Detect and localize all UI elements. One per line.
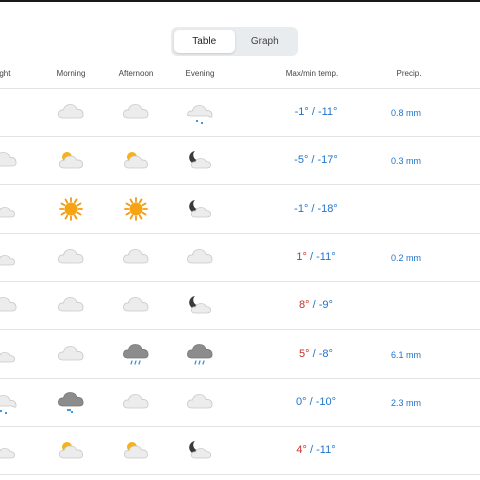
cloud-icon bbox=[57, 292, 85, 318]
table-row: -1° / -18° bbox=[0, 186, 480, 234]
cloud-icon bbox=[186, 244, 214, 270]
max-min-temp: -1° / -18° bbox=[294, 203, 338, 215]
table-header: ight Morning Afternoon Evening Max/min t… bbox=[0, 69, 480, 83]
cloud-icon bbox=[57, 99, 85, 125]
precipitation-value: 6.1 mm bbox=[390, 349, 422, 360]
min-temp: -11° bbox=[316, 250, 336, 263]
temp-separator: / bbox=[306, 395, 316, 408]
max-temp: 0° bbox=[295, 395, 307, 408]
temp-separator: / bbox=[309, 347, 319, 360]
precipitation-value: 0.8 mm bbox=[390, 108, 422, 118]
graph-view-button[interactable]: Graph bbox=[235, 30, 296, 53]
min-temp: -17° bbox=[317, 154, 338, 167]
precipitation-value: 0.3 mm bbox=[390, 156, 422, 167]
cloud-icon bbox=[57, 244, 85, 270]
max-temp: -1° bbox=[294, 106, 309, 118]
table-row: 5° / -8° 6.1 mm bbox=[0, 331, 480, 379]
partly-cloudy-night-icon bbox=[186, 147, 214, 173]
max-temp: -5° bbox=[294, 154, 309, 167]
cloud-icon bbox=[122, 389, 150, 415]
max-min-temp: 1° / -11° bbox=[296, 251, 335, 263]
partly-cloudy-night-icon bbox=[0, 437, 18, 463]
max-min-temp: -1° / -11° bbox=[295, 106, 338, 118]
cloud-rain-light-icon bbox=[186, 99, 214, 125]
header-evening: Evening bbox=[185, 69, 215, 78]
min-temp: -10° bbox=[315, 395, 337, 408]
partly-sunny-icon bbox=[122, 147, 150, 173]
partly-cloudy-night-icon bbox=[186, 196, 214, 222]
max-min-temp: -5° / -17° bbox=[294, 154, 338, 166]
sun-icon bbox=[122, 196, 150, 222]
max-temp: -1° bbox=[294, 202, 309, 215]
temp-separator: / bbox=[309, 299, 319, 312]
temp-separator: / bbox=[308, 106, 318, 118]
header-afternoon: Afternoon bbox=[118, 69, 154, 78]
header-temp: Max/min temp. bbox=[285, 69, 339, 78]
max-min-temp: 4° / -11° bbox=[296, 444, 335, 456]
max-min-temp: 8° / -9° bbox=[299, 299, 333, 311]
min-temp: -11° bbox=[316, 444, 336, 457]
partly-cloudy-night-icon bbox=[186, 292, 214, 318]
partly-sunny-icon bbox=[57, 147, 85, 173]
cloud-icon bbox=[122, 292, 150, 318]
temp-separator: / bbox=[308, 202, 318, 215]
cloud-icon bbox=[122, 244, 150, 270]
window-top-border bbox=[0, 0, 480, 2]
temp-separator: / bbox=[308, 154, 318, 167]
temp-separator: / bbox=[306, 250, 317, 263]
cloud-icon bbox=[0, 147, 18, 173]
cloud-rain-icon bbox=[122, 341, 150, 367]
min-temp: -9° bbox=[318, 299, 333, 312]
sun-icon bbox=[57, 196, 85, 222]
table-row: 4° / -11° bbox=[0, 427, 480, 476]
temp-separator: / bbox=[306, 444, 317, 457]
partly-cloudy-night-icon bbox=[186, 437, 214, 463]
max-min-temp: 5° / -8° bbox=[299, 348, 333, 360]
partly-cloudy-night-icon bbox=[0, 341, 18, 367]
view-toggle: Table Graph bbox=[171, 27, 298, 56]
cloud-icon bbox=[0, 292, 18, 318]
cloud-rain-light-icon bbox=[0, 389, 18, 415]
cloud-icon bbox=[122, 99, 150, 125]
precipitation-value: 0.2 mm bbox=[390, 252, 422, 263]
header-precip: Precip. bbox=[396, 69, 422, 78]
max-min-temp: 0° / -10° bbox=[296, 396, 336, 408]
table-row: 8° / -9° bbox=[0, 282, 480, 331]
partly-cloudy-night-icon bbox=[0, 196, 18, 222]
header-night: ight bbox=[0, 69, 11, 78]
cloud-rain-dark-icon bbox=[57, 389, 85, 415]
header-morning: Morning bbox=[56, 69, 86, 78]
max-temp: 8° bbox=[299, 299, 310, 312]
max-temp: 5° bbox=[299, 347, 310, 360]
partly-cloudy-night-icon bbox=[0, 244, 18, 270]
table-row: 0° / -10° 2.3 mm bbox=[0, 379, 480, 427]
min-temp: -18° bbox=[317, 202, 338, 215]
partly-sunny-icon bbox=[122, 437, 150, 463]
table-row: 1° / -11° 0.2 mm bbox=[0, 234, 480, 282]
max-temp: 4° bbox=[296, 444, 307, 457]
min-temp: -8° bbox=[318, 347, 333, 360]
table-row: -1° / -11° 0.8 mm bbox=[0, 89, 480, 137]
max-temp: 1° bbox=[296, 250, 307, 263]
table-row: -5° / -17° 0.3 mm bbox=[0, 137, 480, 186]
cloud-icon bbox=[186, 389, 214, 415]
partly-sunny-icon bbox=[57, 437, 85, 463]
table-view-button[interactable]: Table bbox=[174, 30, 235, 53]
cloud-rain-icon bbox=[186, 341, 214, 367]
cloud-icon bbox=[57, 341, 85, 367]
min-temp: -11° bbox=[317, 106, 338, 118]
precipitation-value: 2.3 mm bbox=[390, 397, 422, 408]
